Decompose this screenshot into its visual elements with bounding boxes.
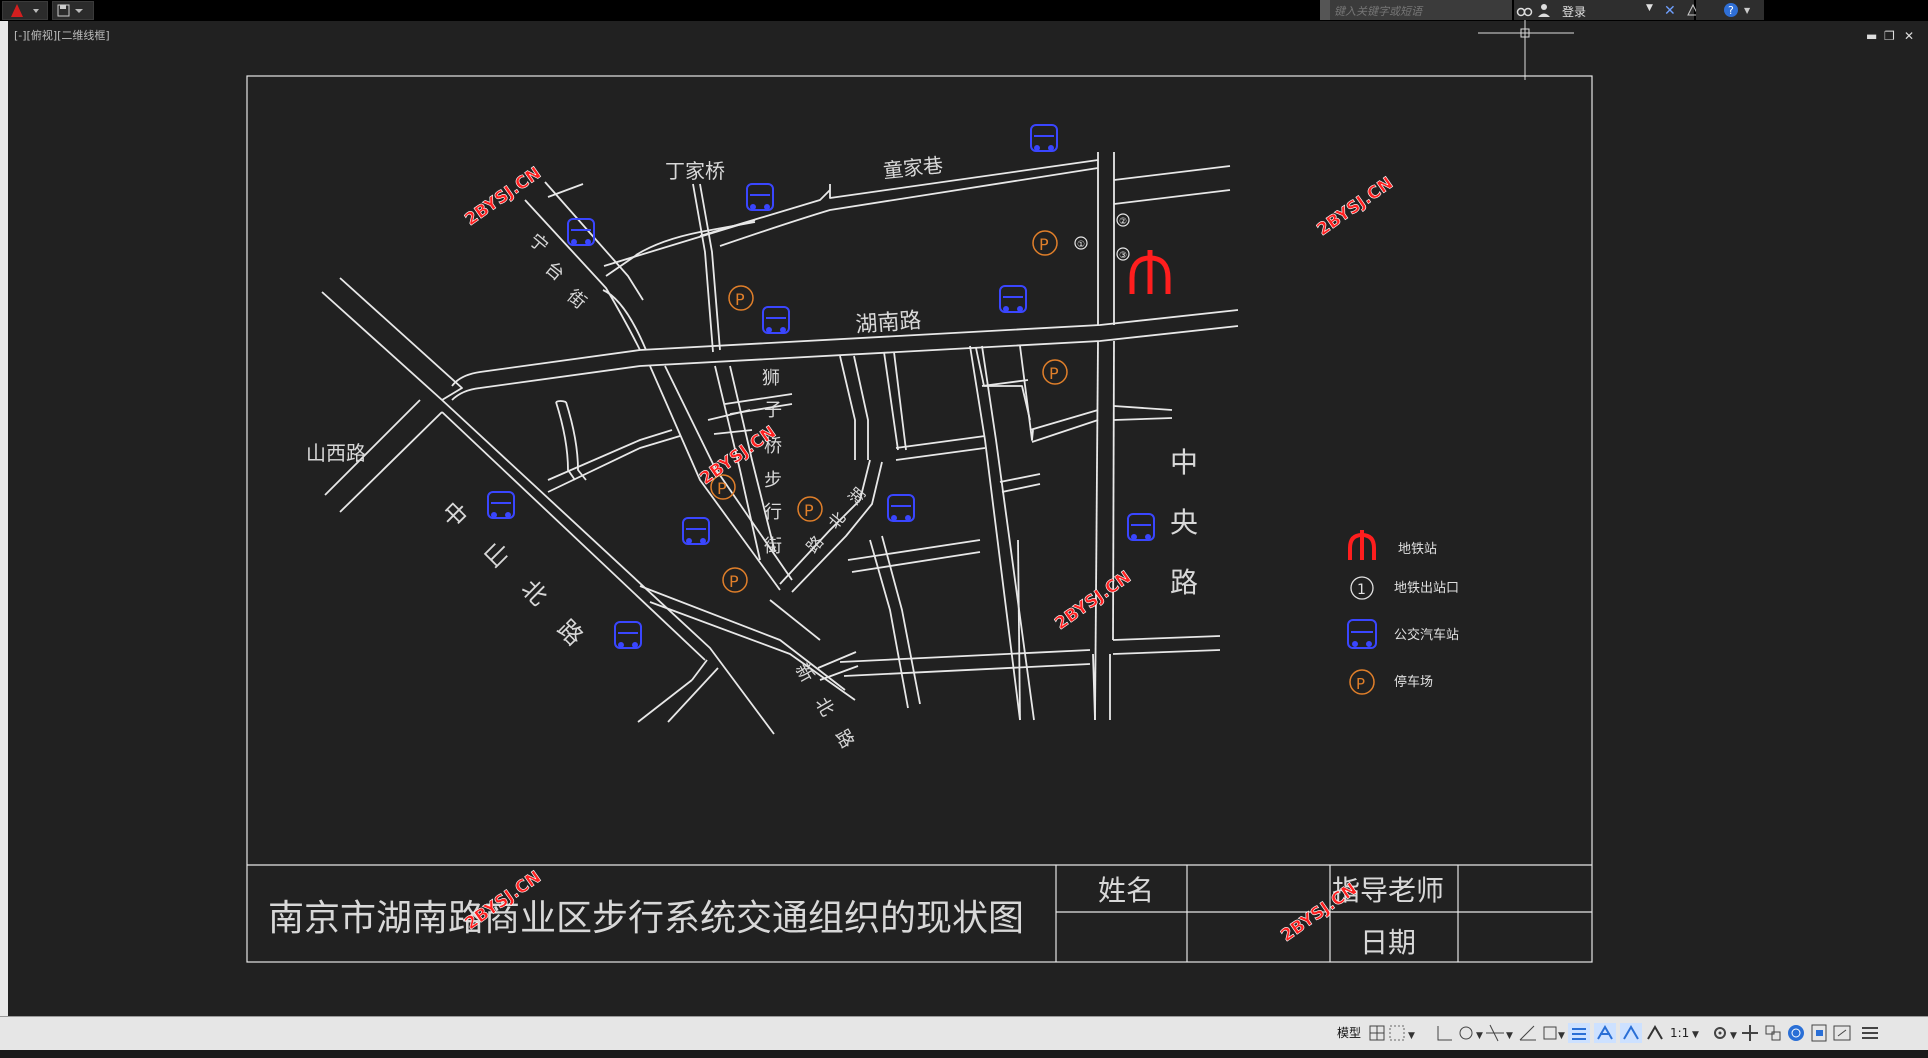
name-label: 姓名 — [1098, 874, 1154, 907]
polar-icon[interactable]: ▼ — [1459, 1026, 1483, 1041]
road-label-zhongshan-4: 路 — [552, 614, 589, 651]
road-label-shizi-1: 狮 — [762, 368, 780, 389]
exit-label: ② — [1119, 217, 1127, 227]
road-label-hunan: 湖南路 — [855, 308, 923, 338]
drawing-title: 南京市湖南路商业区步行系统交通组织的现状图 — [268, 898, 1024, 939]
annotation-scale-icon[interactable] — [1647, 1025, 1663, 1040]
watermark: 2BYSJ.CN — [1277, 879, 1360, 946]
parking-icon: P — [1349, 669, 1375, 695]
legend-parking-glyph: P — [1356, 675, 1365, 693]
chevron-down-icon[interactable]: ▼ — [1692, 1030, 1699, 1040]
bus-icon — [887, 494, 915, 522]
legend-label-parking: 停车场 — [1394, 674, 1433, 690]
legend-label-metro: 地铁站 — [1398, 542, 1437, 557]
road-label-ningtai-1: 宁 — [525, 230, 552, 258]
road-label-shizi-6: 街 — [764, 536, 782, 557]
osnap-icon[interactable] — [1519, 1025, 1536, 1041]
selection-icon[interactable]: ▼ — [1543, 1026, 1565, 1041]
svg-text:P: P — [729, 572, 739, 591]
watermark: 2BYSJ.CN — [1313, 173, 1396, 240]
road-label-shizi-2: 子 — [764, 400, 782, 421]
parking-icon: P — [1032, 230, 1058, 256]
legend-label-bus: 公交汽车站 — [1394, 627, 1459, 643]
fullscreen-icon[interactable] — [1833, 1025, 1851, 1041]
road-label-zhongshan-2: 山 — [478, 536, 515, 573]
annotation-scale-auto-icon[interactable] — [1620, 1023, 1642, 1043]
hardware-acceleration-icon[interactable] — [1788, 1025, 1804, 1041]
exit-label: ③ — [1119, 251, 1127, 261]
svg-text:▼: ▼ — [1730, 1031, 1737, 1041]
road-label-ningtai-2: 台 — [541, 258, 568, 286]
crosshair-cursor — [1478, 20, 1574, 80]
watermark: 2BYSJ.CN — [461, 163, 544, 230]
road-label-zhongyang-3: 路 — [1170, 566, 1198, 599]
road-label-xiaobei-3: 路 — [831, 726, 858, 752]
snap-icon[interactable]: ▼ — [1389, 1025, 1415, 1041]
menu-icon[interactable] — [1862, 1027, 1878, 1039]
ortho-icon[interactable] — [1437, 1026, 1452, 1041]
legend-exit-glyph: 1 — [1357, 582, 1366, 598]
bus-icon — [487, 491, 515, 519]
road-label-zhongyang-2: 央 — [1170, 506, 1198, 539]
annotation-visibility-icon[interactable] — [1594, 1023, 1616, 1043]
exit-label: ① — [1077, 240, 1085, 250]
legend: 地铁站 1 地铁出站口 公交汽车站 P 停车场 — [1347, 530, 1459, 695]
parking-icon: P — [1042, 359, 1068, 385]
bottom-edge — [0, 1050, 1928, 1058]
parking-icon: P — [728, 285, 754, 311]
metro-icon — [1348, 530, 1376, 560]
road-label-shizi-5: 行 — [764, 502, 782, 523]
drawing-canvas[interactable]: 南京市湖南路商业区步行系统交通组织的现状图 姓名 指导老师 日期 丁家桥 童家巷… — [0, 0, 1928, 1016]
road-label-zhongyang-1: 中 — [1170, 446, 1198, 479]
gear-icon[interactable]: ▼ — [1714, 1027, 1737, 1041]
lineweight-icon[interactable] — [1568, 1023, 1590, 1043]
road-label-zhongshan-1: 中 — [436, 496, 473, 533]
road-label-tongjiaxiang: 童家巷 — [882, 153, 944, 183]
status-bar: 模型 ▼ ▼ ▼ ▼ 1:1 ▼ ▼ — [0, 1016, 1928, 1051]
annotation-scale-value[interactable]: 1:1 — [1670, 1026, 1689, 1040]
svg-text:▼: ▼ — [1408, 1031, 1415, 1041]
isolate-objects-icon[interactable] — [1765, 1025, 1781, 1041]
svg-text:▼: ▼ — [1558, 1031, 1565, 1041]
bus-icons — [487, 124, 1155, 649]
bus-icon — [682, 517, 710, 545]
bus-icon — [1030, 124, 1058, 152]
svg-text:P: P — [735, 290, 745, 309]
road-label-xiaobei-1: 新 — [791, 660, 818, 686]
svg-text:P: P — [1049, 364, 1059, 383]
parking-icon: P — [722, 567, 748, 593]
bus-icon — [1347, 619, 1377, 649]
road-label-ningtai-3: 街 — [563, 286, 590, 314]
road-label-zhongshan-3: 北 — [516, 574, 553, 611]
watermarks: 2BYSJ.CN 2BYSJ.CN 2BYSJ.CN 2BYSJ.CN 2BYS… — [461, 163, 1397, 946]
svg-text:P: P — [804, 501, 814, 520]
bus-icon — [762, 306, 790, 334]
svg-text:P: P — [717, 479, 727, 498]
status-bar-tools: ▼ ▼ ▼ ▼ 1:1 ▼ ▼ — [1369, 1023, 1878, 1043]
date-label: 日期 — [1360, 926, 1416, 959]
road-label-shanxi: 山西路 — [306, 441, 366, 465]
road-label-hunanbei-2: 北 — [825, 508, 850, 532]
isodraft-icon[interactable]: ▼ — [1486, 1024, 1513, 1042]
model-tab[interactable]: 模型 — [1334, 1021, 1364, 1045]
svg-text:▼: ▼ — [1476, 1031, 1483, 1041]
bus-icon — [746, 183, 774, 211]
metro-icon — [1129, 250, 1171, 294]
road-label-hunanbei-1: 湖 — [845, 484, 870, 508]
plus-icon[interactable] — [1742, 1025, 1758, 1041]
grid-icon[interactable] — [1369, 1025, 1385, 1041]
road-label-dingjiaqiao: 丁家桥 — [665, 159, 725, 183]
parking-icon: P — [797, 496, 823, 522]
exit-icon: 1 — [1350, 576, 1374, 600]
road-label-shizi-4: 步 — [764, 470, 782, 491]
watermark: 2BYSJ.CN — [1051, 567, 1134, 634]
svg-text:P: P — [1039, 235, 1049, 254]
bus-icon — [614, 621, 642, 649]
bus-icon — [999, 285, 1027, 313]
legend-label-exit: 地铁出站口 — [1394, 581, 1459, 596]
bus-icon — [1127, 513, 1155, 541]
road-label-xiaobei-2: 北 — [811, 694, 838, 720]
clean-screen-icon[interactable] — [1811, 1024, 1827, 1042]
svg-text:▼: ▼ — [1506, 1031, 1513, 1041]
